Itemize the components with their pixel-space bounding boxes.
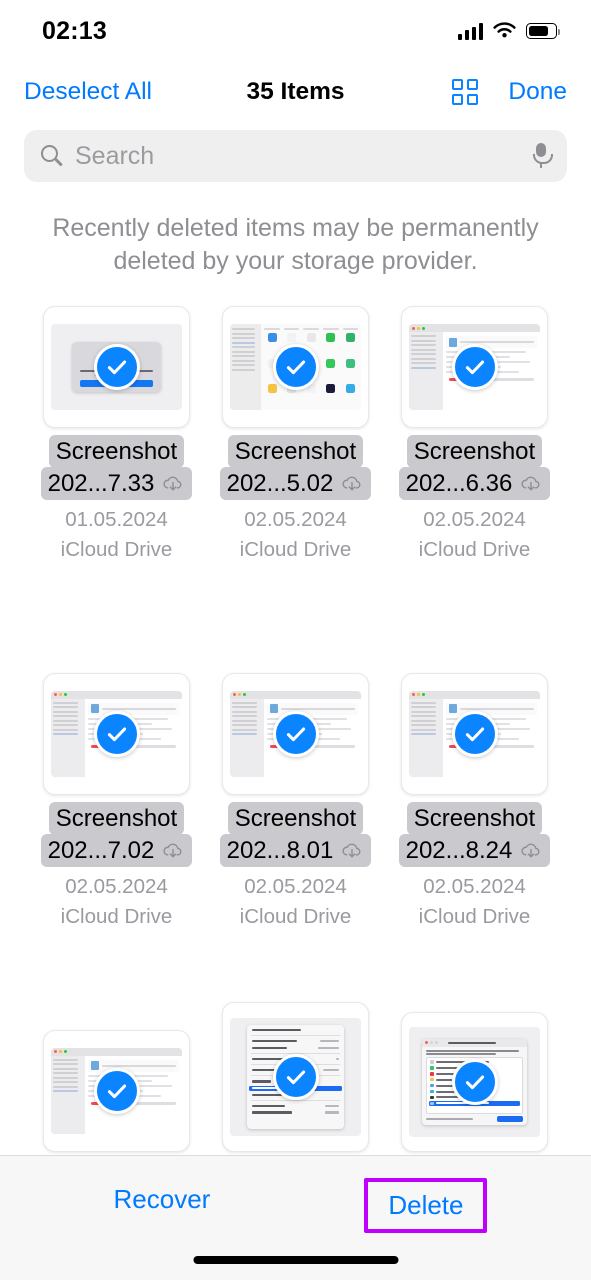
wifi-icon	[493, 22, 516, 38]
list-item[interactable]: Screenshot 202...6.36 02.05.2024 iCloud …	[398, 306, 551, 565]
file-meta: 02.05.2024 iCloud Drive	[419, 505, 531, 564]
file-name-line1: Screenshot	[48, 801, 185, 835]
file-date: 02.05.2024	[423, 508, 526, 532]
battery-icon	[526, 23, 560, 39]
search-section	[0, 122, 591, 182]
file-date: 02.05.2024	[423, 875, 526, 899]
file-source: iCloud Drive	[60, 904, 173, 928]
file-name-line2: 202...7.02	[47, 837, 155, 864]
file-source: iCloud Drive	[239, 538, 352, 562]
list-item[interactable]: Screenshot 202...7.33 01.05.2024 iCloud …	[40, 306, 193, 565]
file-name-line2: 202...6.36	[405, 470, 513, 498]
list-item[interactable]: Screenshot 202...7.02 02.05.2024 iCloud …	[40, 672, 193, 932]
icloud-download-icon	[521, 476, 540, 491]
file-name-line2: 202...5.02	[226, 470, 334, 498]
recover-button[interactable]: Recover	[104, 1178, 221, 1221]
bottom-toolbar: Recover Delete	[0, 1155, 591, 1280]
file-meta: 02.05.2024 iCloud Drive	[61, 872, 173, 931]
file-thumbnail[interactable]	[43, 672, 190, 795]
list-item[interactable]	[219, 1001, 372, 1152]
deselect-all-button[interactable]: Deselect All	[24, 78, 152, 106]
icloud-download-icon	[163, 476, 182, 491]
file-date: 02.05.2024	[244, 875, 347, 899]
selected-checkmark-badge[interactable]	[93, 344, 140, 390]
file-name-line2: 202...8.24	[405, 837, 513, 864]
file-name-line1: Screenshot	[406, 435, 543, 469]
file-grid-scroll-area[interactable]: Recently deleted items may be permanentl…	[0, 182, 591, 1280]
grid-view-icon[interactable]	[452, 79, 479, 105]
file-source: iCloud Drive	[60, 538, 173, 562]
selected-checkmark-badge[interactable]	[93, 1067, 140, 1114]
file-name: Screenshot 202...5.02	[219, 435, 372, 501]
file-source: iCloud Drive	[418, 904, 531, 928]
icloud-download-icon	[342, 843, 361, 858]
file-date: 02.05.2024	[244, 508, 347, 532]
selected-checkmark-badge[interactable]	[451, 344, 498, 390]
home-indicator	[193, 1256, 398, 1264]
list-item[interactable]: Screenshot 202...5.02 02.05.2024 iCloud …	[219, 306, 372, 565]
file-name: Screenshot 202...8.01	[219, 801, 372, 868]
file-name-line1: Screenshot	[406, 801, 543, 835]
list-item[interactable]: Screenshot 202...8.24 02.05.2024 iCloud …	[398, 672, 551, 932]
file-name: Screenshot 202...6.36	[398, 435, 551, 501]
recently-deleted-notice: Recently deleted items may be permanentl…	[52, 214, 539, 275]
selected-checkmark-badge[interactable]	[451, 710, 498, 757]
file-source: iCloud Drive	[239, 904, 352, 928]
list-item[interactable]	[398, 1011, 551, 1152]
status-bar: 02:13	[0, 0, 591, 62]
file-name-line2: 202...7.33	[47, 470, 155, 498]
file-thumbnail[interactable]	[401, 306, 548, 428]
grid-row-gap	[40, 932, 551, 1002]
icloud-download-icon	[163, 843, 182, 858]
selected-checkmark-badge[interactable]	[272, 344, 319, 390]
file-thumbnail[interactable]	[222, 306, 369, 428]
file-thumbnail[interactable]	[222, 1001, 369, 1152]
status-bar-indicators	[457, 22, 560, 40]
file-grid: Screenshot 202...7.33 01.05.2024 iCloud …	[0, 278, 591, 1152]
done-button[interactable]: Done	[508, 78, 567, 106]
file-name-line2: 202...8.01	[226, 837, 334, 864]
status-bar-time: 02:13	[42, 16, 107, 45]
file-source: iCloud Drive	[418, 538, 531, 562]
search-input[interactable]	[75, 141, 520, 171]
cellular-bars-icon	[457, 22, 483, 40]
file-name: Screenshot 202...7.02	[40, 801, 193, 868]
selected-checkmark-badge[interactable]	[451, 1058, 498, 1105]
file-meta: 02.05.2024 iCloud Drive	[419, 872, 531, 931]
file-thumbnail[interactable]	[401, 1011, 548, 1152]
selected-checkmark-badge[interactable]	[93, 710, 140, 757]
file-meta: 02.05.2024 iCloud Drive	[240, 872, 352, 931]
grid-row-gap	[40, 565, 551, 673]
search-bar[interactable]	[24, 130, 567, 182]
microphone-icon[interactable]	[532, 143, 553, 169]
file-date: 01.05.2024	[65, 508, 168, 532]
file-date: 02.05.2024	[65, 875, 168, 899]
file-name: Screenshot 202...8.24	[398, 801, 551, 868]
file-meta: 02.05.2024 iCloud Drive	[240, 505, 352, 564]
delete-button[interactable]: Delete	[364, 1178, 488, 1233]
file-thumbnail[interactable]	[401, 672, 548, 795]
file-name: Screenshot 202...7.33	[40, 435, 193, 501]
file-thumbnail[interactable]	[43, 1029, 190, 1152]
icloud-download-icon	[342, 476, 361, 491]
file-name-line1: Screenshot	[227, 801, 364, 835]
file-thumbnail[interactable]	[222, 672, 369, 795]
file-thumbnail[interactable]	[43, 306, 190, 428]
icloud-download-icon	[521, 843, 540, 858]
search-icon	[41, 145, 63, 167]
list-item[interactable]	[40, 1029, 193, 1152]
selected-checkmark-badge[interactable]	[272, 1053, 319, 1100]
file-name-line1: Screenshot	[48, 435, 185, 469]
selected-checkmark-badge[interactable]	[272, 710, 319, 757]
file-meta: 01.05.2024 iCloud Drive	[61, 505, 173, 564]
navigation-bar: Deselect All 35 Items Done	[0, 62, 591, 122]
file-name-line1: Screenshot	[227, 435, 364, 469]
list-item[interactable]: Screenshot 202...8.01 02.05.2024 iCloud …	[219, 672, 372, 932]
